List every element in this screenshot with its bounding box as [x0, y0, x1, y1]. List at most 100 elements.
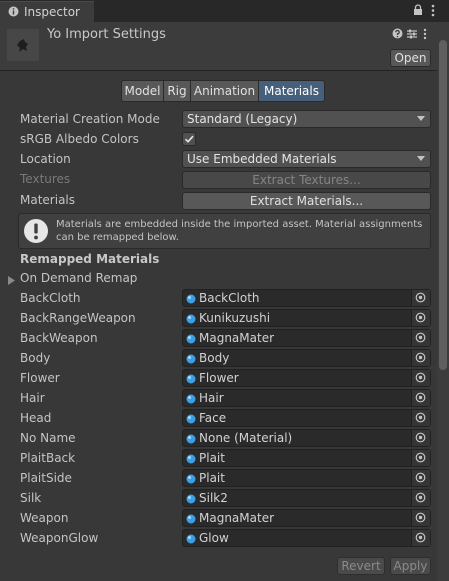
remap-row-label: PlaitSide [20, 471, 72, 485]
remap-row-label: Body [20, 351, 51, 365]
extract-materials-button[interactable]: Extract Materials... [182, 192, 431, 210]
remap-object-value: BackCloth [199, 291, 260, 305]
location-label: Location [20, 152, 71, 166]
tab-model[interactable]: Model [121, 80, 164, 102]
object-picker-icon[interactable] [411, 430, 430, 446]
remap-object-value: MagnaMater [199, 331, 275, 345]
object-picker-icon[interactable] [411, 470, 430, 486]
inspector-tab-label: Inspector [24, 5, 80, 19]
remap-object-field[interactable]: Body [182, 349, 431, 367]
more-menu-icon[interactable] [431, 4, 435, 20]
foldout-arrow-icon[interactable] [8, 274, 15, 288]
remap-object-field[interactable]: MagnaMater [182, 509, 431, 527]
info-helpbox: Materials are embedded inside the import… [18, 213, 431, 249]
remap-object-field[interactable]: Flower [182, 369, 431, 387]
inspector-header: Yo Import Settings Open [0, 22, 437, 71]
material-icon [186, 353, 196, 367]
checkmark-icon [184, 135, 194, 143]
remap-object-value: Hair [199, 391, 224, 405]
object-picker-icon[interactable] [411, 390, 430, 406]
srgb-albedo-label: sRGB Albedo Colors [20, 132, 139, 146]
remap-row-label: Head [20, 411, 52, 425]
on-demand-remap-foldout[interactable]: On Demand Remap [20, 271, 137, 285]
remap-row-label: Silk [20, 491, 42, 505]
material-creation-mode-label: Material Creation Mode [20, 112, 160, 126]
inspector-tab[interactable]: Inspector [0, 1, 94, 22]
material-icon [186, 493, 196, 507]
material-icon [186, 473, 196, 487]
object-picker-icon[interactable] [411, 510, 430, 526]
extract-textures-button[interactable]: Extract Textures... [182, 171, 431, 189]
material-icon [186, 433, 196, 447]
dropdown-arrow-icon [417, 116, 425, 121]
remap-object-value: Face [199, 411, 227, 425]
remap-object-field[interactable]: Plait [182, 469, 431, 487]
lock-icon[interactable] [413, 4, 423, 19]
material-creation-mode-dropdown[interactable]: Standard (Legacy) [182, 110, 431, 128]
dropdown-arrow-icon [417, 156, 425, 161]
material-icon [186, 413, 196, 427]
open-button[interactable]: Open [390, 49, 431, 67]
remap-object-value: None (Material) [199, 431, 293, 445]
remap-row-label: Weapon [20, 511, 69, 525]
remap-object-field[interactable]: BackCloth [182, 289, 431, 307]
textures-label: Textures [20, 172, 71, 186]
remap-object-field[interactable]: Silk2 [182, 489, 431, 507]
remap-object-field[interactable]: None (Material) [182, 429, 431, 447]
material-icon [186, 313, 196, 327]
object-picker-icon[interactable] [411, 450, 430, 466]
window-tab-bar: Inspector [0, 0, 449, 22]
material-icon [186, 373, 196, 387]
settings-icon[interactable] [423, 28, 427, 43]
remap-row-label: Hair [20, 391, 45, 405]
remap-object-value: Silk2 [199, 491, 228, 505]
remap-object-field[interactable]: Hair [182, 389, 431, 407]
material-creation-mode-value: Standard (Legacy) [187, 112, 298, 126]
object-picker-icon[interactable] [411, 350, 430, 366]
material-icon [186, 333, 196, 347]
presets-icon[interactable] [406, 28, 418, 43]
revert-button[interactable]: Revert [337, 557, 385, 575]
material-icon [186, 393, 196, 407]
tab-animation[interactable]: Animation [190, 80, 259, 102]
materials-label: Materials [20, 193, 76, 207]
remap-row-label: WeaponGlow [20, 531, 99, 545]
apply-button[interactable]: Apply [390, 557, 431, 575]
remap-object-field[interactable]: Face [182, 409, 431, 427]
remap-object-value: Glow [199, 531, 229, 545]
remap-row-label: BackCloth [20, 291, 81, 305]
remap-row-label: PlaitBack [20, 451, 76, 465]
remap-row-label: Flower [20, 371, 60, 385]
object-picker-icon[interactable] [411, 530, 430, 546]
remap-object-field[interactable]: Glow [182, 529, 431, 547]
location-value: Use Embedded Materials [187, 152, 337, 166]
location-dropdown[interactable]: Use Embedded Materials [182, 150, 431, 168]
material-icon [186, 533, 196, 547]
remap-object-field[interactable]: Kunikuzushi [182, 309, 431, 327]
object-picker-icon[interactable] [411, 490, 430, 506]
page-title: Yo Import Settings [47, 27, 166, 42]
warning-icon [22, 217, 50, 248]
remap-object-value: MagnaMater [199, 511, 275, 525]
helpbox-text: Materials are embedded inside the import… [56, 219, 423, 243]
remap-row-label: No Name [20, 431, 76, 445]
srgb-albedo-checkbox[interactable] [182, 132, 196, 146]
scrollbar-thumb[interactable] [439, 40, 447, 370]
object-picker-icon[interactable] [411, 330, 430, 346]
remap-object-value: Plait [199, 451, 225, 465]
remap-object-value: Kunikuzushi [199, 311, 271, 325]
object-picker-icon[interactable] [411, 310, 430, 326]
remap-object-field[interactable]: Plait [182, 449, 431, 467]
tab-materials[interactable]: Materials [258, 80, 325, 102]
remap-row-label: BackWeapon [20, 331, 98, 345]
tab-rig[interactable]: Rig [163, 80, 191, 102]
asset-preview-icon [7, 29, 39, 61]
object-picker-icon[interactable] [411, 290, 430, 306]
material-icon [186, 513, 196, 527]
help-icon[interactable] [392, 28, 403, 42]
material-icon [186, 293, 196, 307]
remap-object-field[interactable]: MagnaMater [182, 329, 431, 347]
object-picker-icon[interactable] [411, 410, 430, 426]
remapped-materials-title: Remapped Materials [20, 252, 160, 266]
object-picker-icon[interactable] [411, 370, 430, 386]
